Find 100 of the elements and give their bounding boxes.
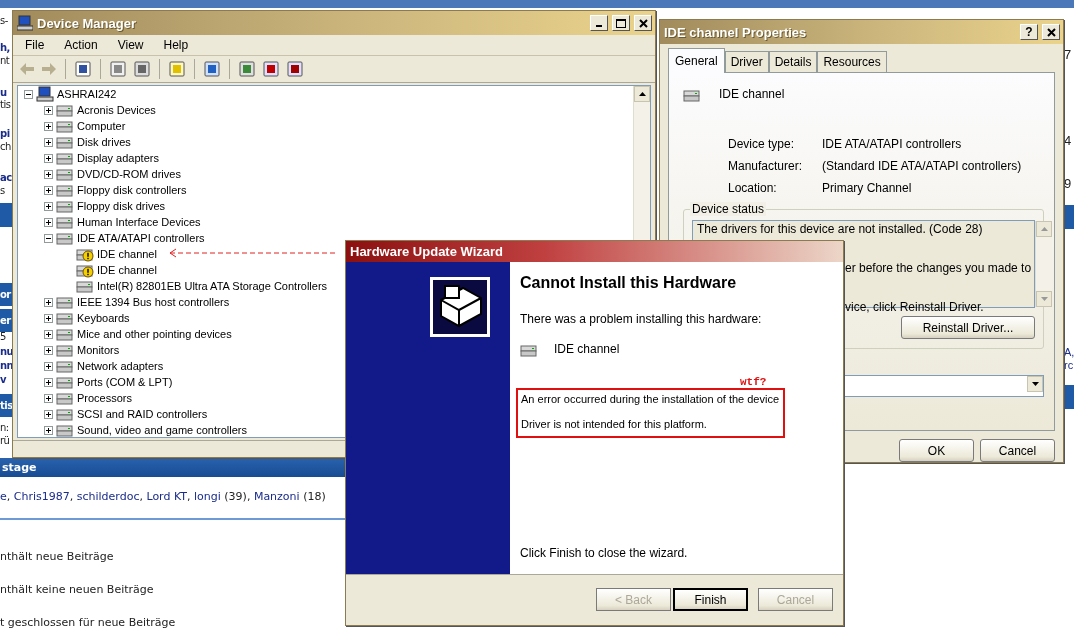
tree-item[interactable]: Floppy disk drives xyxy=(77,200,166,212)
menu-item[interactable]: File xyxy=(17,36,53,54)
tree-item[interactable]: Network adapters xyxy=(77,360,164,372)
expand-icon[interactable] xyxy=(44,377,53,387)
computer-icon xyxy=(17,15,33,31)
section-header: stage xyxy=(0,458,345,477)
text-fragment: s xyxy=(0,184,5,197)
tree-item[interactable]: DVD/CD-ROM drives xyxy=(77,168,181,180)
tree-item[interactable]: IDE channel xyxy=(97,248,157,260)
reinstall-driver-button[interactable]: Reinstall Driver... xyxy=(901,316,1035,339)
device-icon xyxy=(683,87,701,103)
tree-item[interactable]: IEEE 1394 Bus host controllers xyxy=(77,296,230,308)
device-icon xyxy=(56,390,74,406)
tree-item[interactable]: Computer xyxy=(77,120,126,132)
minimize-button[interactable] xyxy=(590,15,608,31)
tree-item[interactable]: Display adapters xyxy=(77,152,159,164)
dialog-button[interactable]: OK xyxy=(899,439,974,462)
close-icon xyxy=(638,18,648,28)
menu-item[interactable]: Action xyxy=(56,36,106,54)
device-icon xyxy=(56,166,74,182)
link-fragment[interactable]: ac xyxy=(0,171,12,184)
expand-icon[interactable] xyxy=(44,217,53,227)
link-fragment[interactable]: v xyxy=(0,373,7,386)
expand-icon[interactable] xyxy=(44,345,53,355)
tab[interactable]: Resources xyxy=(817,51,887,72)
expand-icon[interactable] xyxy=(44,185,53,195)
tree-item[interactable]: Keyboards xyxy=(77,312,130,324)
tree-item[interactable]: Mice and other pointing devices xyxy=(77,328,232,340)
wizard-button[interactable]: Finish xyxy=(673,588,748,611)
help-button[interactable]: ? xyxy=(1020,24,1038,40)
expand-icon[interactable] xyxy=(44,393,53,403)
device-icon xyxy=(56,342,74,358)
text-fragment: s- xyxy=(0,14,8,27)
hardware-box-icon xyxy=(430,277,490,337)
tree-item[interactable]: ASHRAI242 xyxy=(57,88,117,100)
annotation-text: wtf? xyxy=(740,376,767,388)
user-link[interactable]: e xyxy=(0,490,7,503)
computer-icon xyxy=(36,86,54,102)
section-header-bar xyxy=(1064,385,1074,409)
device-icon xyxy=(56,214,74,230)
tree-item[interactable]: Human Interface Devices xyxy=(77,216,201,228)
tree-item[interactable]: Sound, video and game controllers xyxy=(77,424,247,436)
expand-icon[interactable] xyxy=(44,425,53,435)
tab[interactable]: General xyxy=(668,48,725,73)
expand-icon[interactable] xyxy=(44,137,53,147)
tab[interactable]: Driver xyxy=(724,51,769,72)
section-header-fragment: tis xyxy=(0,394,12,417)
tree-item[interactable]: Disk drives xyxy=(77,136,131,148)
tree-item[interactable]: SCSI and RAID controllers xyxy=(77,408,208,420)
link-fragment[interactable]: rc xyxy=(1064,358,1074,372)
menu-item[interactable]: View xyxy=(109,36,152,54)
device-icon xyxy=(56,374,74,390)
tree-item[interactable]: IDE ATA/ATAPI controllers xyxy=(77,232,205,244)
device-icon xyxy=(56,182,74,198)
text-fragment: tis xyxy=(0,98,11,111)
expand-icon[interactable] xyxy=(44,361,53,371)
link-fragment[interactable]: pi xyxy=(0,127,10,140)
expand-icon[interactable] xyxy=(44,169,53,179)
expand-icon[interactable] xyxy=(44,105,53,115)
text-fragment: 7 xyxy=(1064,48,1072,62)
device-icon xyxy=(520,342,538,358)
section-header-bar xyxy=(1064,205,1074,229)
expand-icon[interactable] xyxy=(44,121,53,131)
tree-item[interactable]: Processors xyxy=(77,392,133,404)
user-link[interactable]: Lord KT xyxy=(146,490,187,503)
expand-icon[interactable] xyxy=(44,409,53,419)
expand-icon[interactable] xyxy=(44,153,53,163)
collapse-icon[interactable] xyxy=(24,89,33,99)
dialog-button[interactable]: Cancel xyxy=(980,439,1055,462)
legend-text: nthält keine neuen Beiträge xyxy=(0,583,155,596)
link-fragment[interactable]: h, xyxy=(0,41,10,54)
window-title: IDE channel Properties xyxy=(664,24,808,40)
link-fragment[interactable]: u xyxy=(0,86,7,99)
tree-item[interactable]: IDE channel xyxy=(97,264,157,276)
scroll-up-icon xyxy=(638,92,646,96)
tree-item[interactable]: Ports (COM & LPT) xyxy=(77,376,173,388)
device-icon xyxy=(56,230,74,246)
text-fragment: n: xyxy=(0,421,9,434)
expand-icon[interactable] xyxy=(44,329,53,339)
expand-icon[interactable] xyxy=(44,313,53,323)
maximize-button[interactable] xyxy=(612,15,630,31)
window-title: Hardware Update Wizard xyxy=(350,244,504,259)
text-fragment: rü xyxy=(0,434,10,447)
user-link[interactable]: Chris1987 xyxy=(13,490,70,503)
tree-item[interactable]: Monitors xyxy=(77,344,120,356)
wizard-text: There was a problem installing this hardware: xyxy=(520,312,763,326)
user-link[interactable]: Manzoni xyxy=(253,490,300,503)
collapse-icon[interactable] xyxy=(44,233,53,243)
tree-item[interactable]: Acronis Devices xyxy=(77,104,156,116)
tab[interactable]: Details xyxy=(768,51,818,72)
tree-item[interactable]: Intel(R) 82801EB Ultra ATA Storage Controllers xyxy=(97,280,328,292)
expand-icon[interactable] xyxy=(44,297,53,307)
field-value: (Standard IDE ATA/ATAPI controllers) xyxy=(822,159,1023,173)
close-button[interactable] xyxy=(634,15,652,31)
expand-icon[interactable] xyxy=(44,201,53,211)
close-button[interactable] xyxy=(1042,24,1060,40)
tree-item[interactable]: Floppy disk controllers xyxy=(77,184,187,196)
maximize-icon xyxy=(616,18,626,28)
menu-item[interactable]: Help xyxy=(155,36,197,54)
user-link[interactable]: longi xyxy=(194,490,221,503)
